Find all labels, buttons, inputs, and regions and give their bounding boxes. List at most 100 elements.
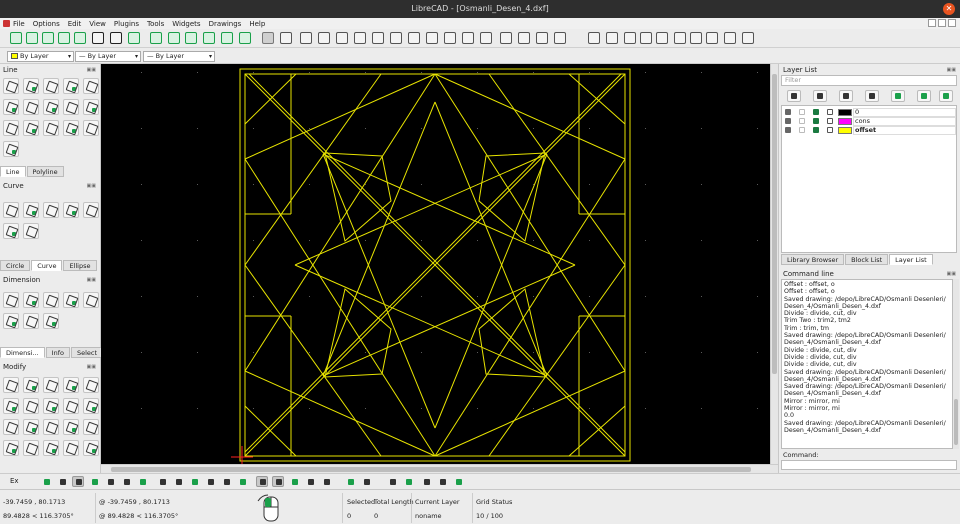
line-tool-button[interactable] [23,120,39,136]
toolbar-tool-icon[interactable] [168,32,180,44]
mod-tool-button[interactable] [3,377,19,393]
menu-view[interactable]: View [89,20,106,28]
snap-mode-button[interactable] [88,476,100,487]
tab-block-list[interactable]: Block List [845,254,889,265]
dim-tool-button[interactable] [43,313,59,329]
snap-mode-button[interactable] [40,476,52,487]
line-tool-button[interactable] [63,78,79,94]
snap-mode-button[interactable] [360,476,372,487]
toolbar-tool-icon[interactable] [724,32,736,44]
menu-widgets[interactable]: Widgets [172,20,200,28]
mod-tool-button[interactable] [43,377,59,393]
mdi-restore-icon[interactable] [938,19,946,27]
toolbar-tool-icon[interactable] [444,32,456,44]
dock-controls-icon[interactable]: ▣▣ [87,183,96,189]
line-tool-button[interactable] [23,99,39,115]
menu-help[interactable]: Help [249,20,265,28]
mod-tool-button[interactable] [43,440,59,456]
menu-options[interactable]: Options [33,20,60,28]
toolbar-tool-icon[interactable] [150,32,162,44]
snap-mode-button[interactable] [136,476,148,487]
toolbar-tool-icon[interactable] [58,32,70,44]
snap-mode-button[interactable] [204,476,216,487]
tab-library-browser[interactable]: Library Browser [781,254,845,265]
line-tool-button[interactable] [63,120,79,136]
toolbar-tool-icon[interactable] [354,32,366,44]
menu-drawings[interactable]: Drawings [209,20,242,28]
construction-grid-icon[interactable] [827,127,833,133]
mod-tool-button[interactable] [23,440,39,456]
tab-circle[interactable]: Circle [0,260,31,271]
toolbar-tool-icon[interactable] [262,32,274,44]
command-input[interactable] [781,460,957,470]
lock-icon[interactable] [799,127,805,133]
mdi-minimize-icon[interactable] [928,19,936,27]
unlock-all-layers-button[interactable] [839,90,853,102]
mod-tool-button[interactable] [23,419,39,435]
print-icon[interactable] [813,109,819,115]
snap-mode-button[interactable] [386,476,398,487]
visibility-eye-icon[interactable] [785,127,791,133]
mod-tool-button[interactable] [43,398,59,414]
line-tool-button[interactable] [43,120,59,136]
construction-grid-icon[interactable] [827,118,833,124]
curve-tool-button[interactable] [83,202,99,218]
snap-mode-button[interactable] [320,476,332,487]
toolbar-tool-icon[interactable] [426,32,438,44]
layer-row-active[interactable]: offset [782,126,956,135]
command-history-scrollbar[interactable] [953,279,959,449]
toolbar-tool-icon[interactable] [408,32,420,44]
toolbar-tool-icon[interactable] [500,32,512,44]
menu-file[interactable]: File [13,20,25,28]
toolbar-tool-icon[interactable] [336,32,348,44]
line-tool-button[interactable] [83,78,99,94]
toolbar-tool-icon[interactable] [390,32,402,44]
lock-icon[interactable] [799,118,805,124]
layer-row[interactable]: cons [782,117,956,126]
toolbar-tool-icon[interactable] [674,32,686,44]
tab-layer-list[interactable]: Layer List [889,254,933,265]
mod-tool-button[interactable] [3,419,19,435]
toolbar-tool-icon[interactable] [656,32,668,44]
snap-mode-button[interactable] [344,476,356,487]
line-type-combo[interactable]: — By Layer ▾ [143,51,215,62]
tab-select[interactable]: Select [70,347,104,358]
snap-mode-button[interactable] [72,476,84,487]
scrollbar-thumb[interactable] [954,399,958,445]
toolbar-tool-icon[interactable] [480,32,492,44]
mod-tool-button[interactable] [83,377,99,393]
dock-controls-icon[interactable]: ▣▣ [947,67,956,73]
close-window-button[interactable]: ✕ [943,3,955,15]
scrollbar-thumb[interactable] [772,74,777,374]
dim-tool-button[interactable] [23,292,39,308]
curve-tool-button[interactable] [23,202,39,218]
snap-mode-button[interactable] [236,476,248,487]
dim-tool-button[interactable] [63,292,79,308]
snap-mode-button[interactable] [304,476,316,487]
toolbar-tool-icon[interactable] [26,32,38,44]
tab-curve[interactable]: Curve [31,260,63,271]
lock-all-layers-button[interactable] [865,90,879,102]
mod-tool-button[interactable] [23,398,39,414]
toolbar-tool-icon[interactable] [239,32,251,44]
mod-tool-button[interactable] [3,398,19,414]
snap-mode-button[interactable] [120,476,132,487]
remove-layer-button[interactable] [917,90,931,102]
layer-color-swatch[interactable] [838,118,852,125]
mod-tool-button[interactable] [83,419,99,435]
toolbar-tool-icon[interactable] [706,32,718,44]
tab-ellipse[interactable]: Ellipse [63,260,97,271]
toolbar-tool-icon[interactable] [640,32,652,44]
drawing-canvas[interactable] [101,64,776,464]
tab-dimension[interactable]: Dimensi... [0,347,45,358]
hide-all-layers-button[interactable] [813,90,827,102]
print-icon[interactable] [813,127,819,133]
exclusive-snap-label[interactable]: Ex [10,477,19,485]
snap-mode-button[interactable] [256,476,268,487]
toolbar-tool-icon[interactable] [742,32,754,44]
snap-mode-button[interactable] [56,476,68,487]
dock-controls-icon[interactable]: ▣▣ [87,67,96,73]
curve-tool-button[interactable] [3,202,19,218]
menu-edit[interactable]: Edit [68,20,82,28]
toolbar-tool-icon[interactable] [203,32,215,44]
